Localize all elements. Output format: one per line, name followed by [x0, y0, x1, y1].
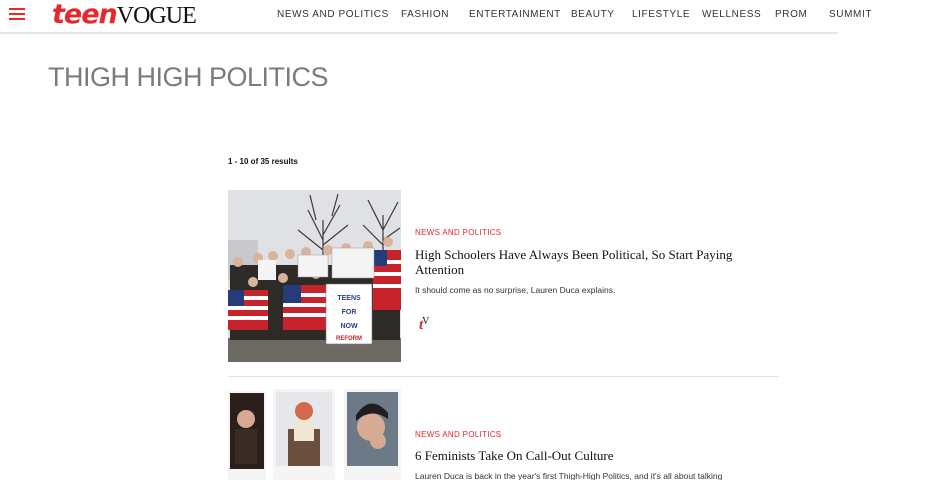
- article-2-category[interactable]: NEWS AND POLITICS: [415, 430, 501, 439]
- hamburger-menu-icon[interactable]: [9, 8, 25, 22]
- logo-vogue: VOGUE: [116, 3, 197, 29]
- article-2-dek: Lauren Duca is back in the year's first …: [415, 471, 723, 480]
- article-1-image[interactable]: TEENS FOR NOW REFORM: [228, 190, 401, 362]
- page: teenVOGUE NEWS AND POLITICS FASHION ENTE…: [0, 0, 940, 480]
- article-1-headline[interactable]: High Schoolers Have Always Been Politica…: [415, 247, 755, 277]
- article-1-category[interactable]: NEWS AND POLITICS: [415, 228, 501, 237]
- article-1-dek: It should come as no surprise, Lauren Du…: [415, 285, 616, 295]
- site-logo[interactable]: teenVOGUE: [52, 0, 197, 30]
- article-2-image[interactable]: [228, 389, 401, 480]
- sign-text: TEENS: [337, 295, 361, 302]
- nav-prom[interactable]: PROM: [775, 0, 807, 30]
- nav-lifestyle[interactable]: LIFESTYLE: [632, 0, 690, 30]
- svg-text:NOW: NOW: [340, 323, 358, 330]
- nav-news-and-politics[interactable]: NEWS AND POLITICS: [277, 0, 389, 30]
- article-2-headline[interactable]: 6 Feminists Take On Call-Out Culture: [415, 448, 755, 463]
- tv-logo-icon: tV: [419, 316, 430, 333]
- article-divider: [228, 376, 779, 377]
- logo-teen: teen: [52, 0, 118, 30]
- page-title: THIGH HIGH POLITICS: [48, 62, 329, 92]
- svg-text:REFORM: REFORM: [336, 336, 362, 342]
- site-header: teenVOGUE NEWS AND POLITICS FASHION ENTE…: [0, 0, 871, 34]
- nav-summit[interactable]: SUMMIT: [829, 0, 872, 30]
- svg-text:FOR: FOR: [342, 309, 357, 316]
- results-count: 1 - 10 of 35 results: [228, 157, 298, 166]
- nav-fashion[interactable]: FASHION: [401, 0, 449, 30]
- nav-entertainment[interactable]: ENTERTAINMENT: [469, 0, 561, 30]
- nav-beauty[interactable]: BEAUTY: [571, 0, 615, 30]
- nav-wellness[interactable]: WELLNESS: [702, 0, 761, 30]
